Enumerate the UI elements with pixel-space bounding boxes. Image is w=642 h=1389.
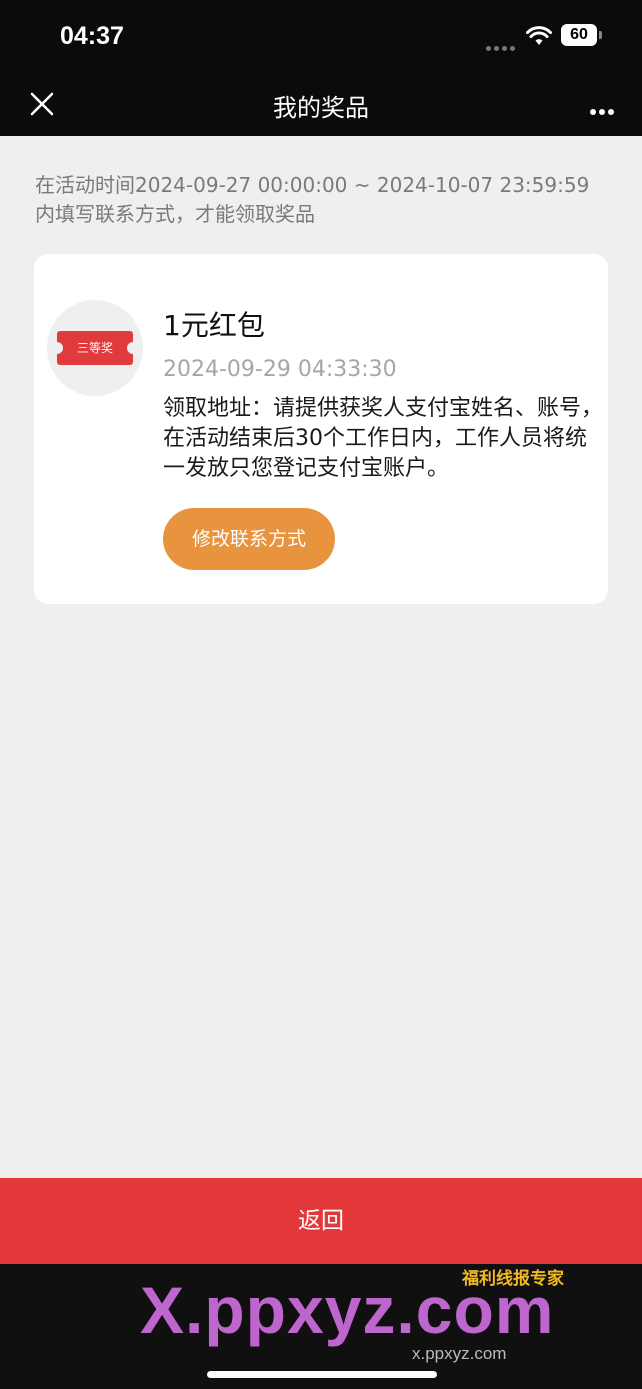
more-icon[interactable]: [587, 100, 614, 119]
wifi-icon: [526, 26, 552, 45]
watermark-badge: 福利线报专家: [462, 1269, 564, 1289]
status-time: 04:37: [60, 22, 124, 50]
nav-bar: 我的奖品: [0, 72, 642, 136]
watermark-url: x.ppxyz.com: [412, 1344, 507, 1363]
notice-text: 在活动时间2024-09-27 00:00:00 ~ 2024-10-07 23…: [35, 173, 590, 226]
prize-name: 1元红包: [163, 309, 265, 342]
back-button[interactable]: 返回: [0, 1178, 642, 1264]
home-indicator[interactable]: [207, 1371, 437, 1378]
prize-level-badge: 三等奖: [51, 331, 139, 365]
edit-contact-button[interactable]: 修改联系方式: [163, 508, 335, 570]
battery-icon: 60: [561, 24, 602, 46]
prize-date: 2024-09-29 04:33:30: [163, 357, 397, 382]
prize-ticket-icon: 三等奖: [47, 300, 143, 396]
prize-card: 三等奖 1元红包 2024-09-29 04:33:30 领取地址：请提供获奖人…: [34, 254, 608, 604]
prize-description: 领取地址：请提供获奖人支付宝姓名、账号，在活动结束后30个工作日内，工作人员将统…: [163, 396, 604, 481]
bottom-area: X.ppxyz.com 福利线报专家 x.ppxyz.com: [0, 1264, 642, 1389]
status-bar: 04:37 60: [0, 0, 642, 72]
page-title: 我的奖品: [273, 94, 369, 122]
cellular-signal-icon: [486, 36, 518, 55]
